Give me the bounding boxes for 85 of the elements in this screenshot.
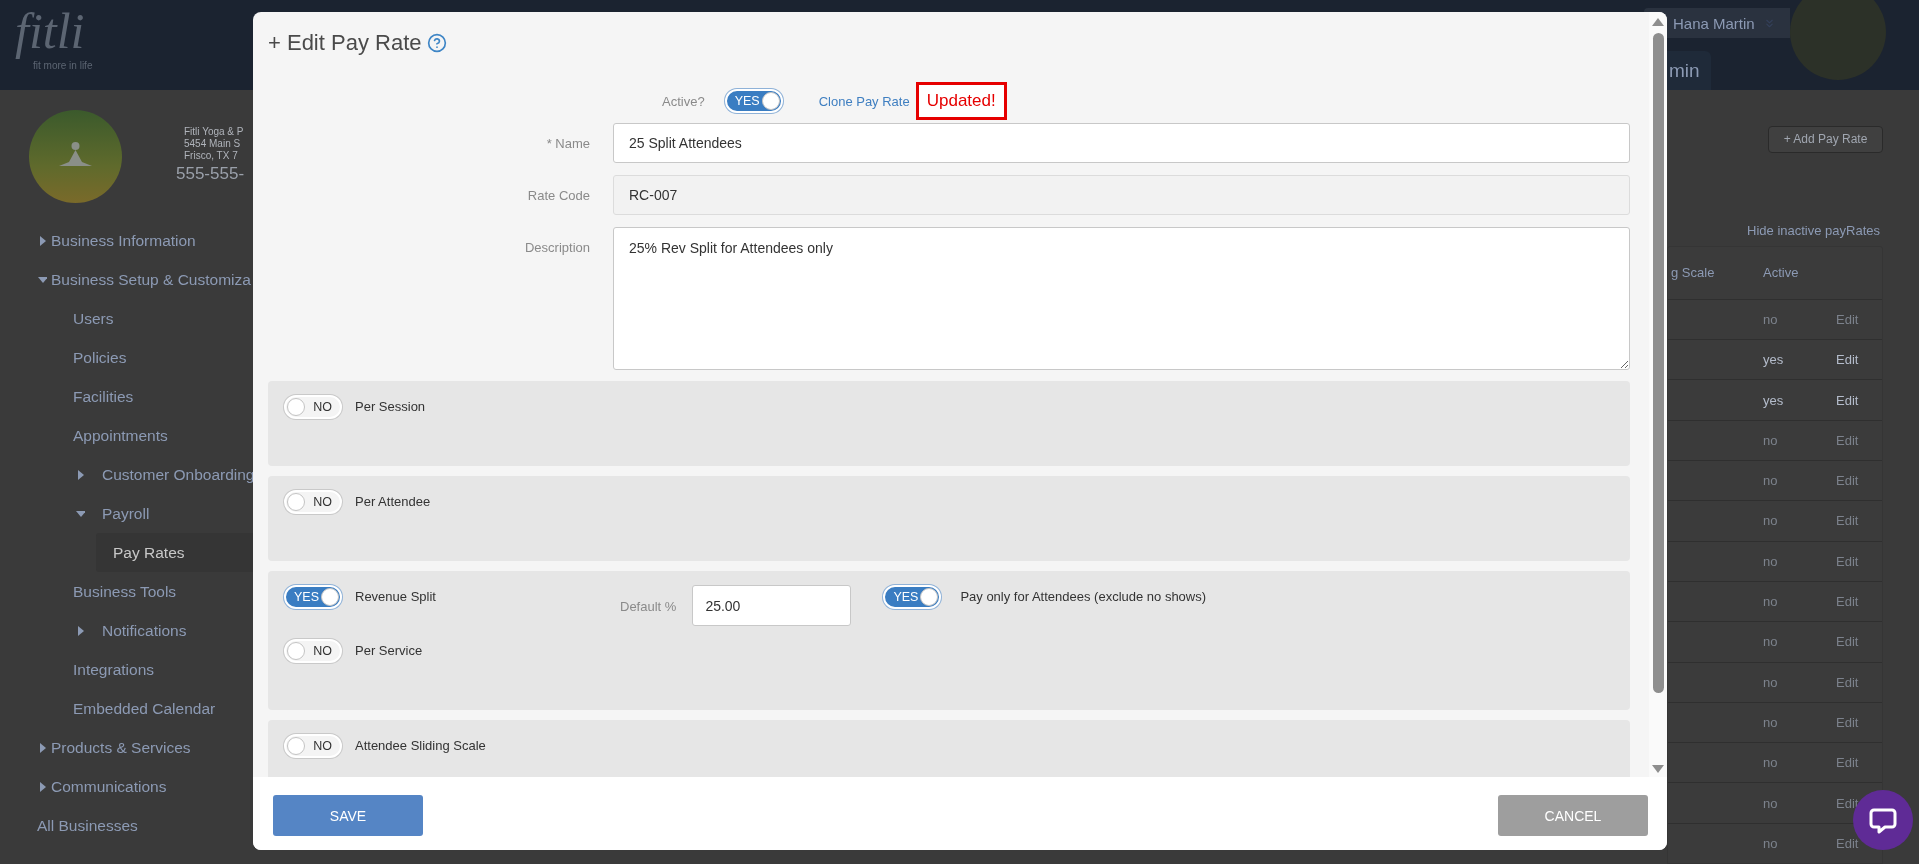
clone-link[interactable]: Clone Pay Rate bbox=[818, 93, 910, 109]
edit-link[interactable]: Edit bbox=[1836, 795, 1859, 811]
field-label: Rate Code bbox=[526, 187, 590, 205]
edit-link[interactable]: Edit bbox=[1836, 432, 1859, 448]
scrollbar-thumb[interactable] bbox=[1652, 33, 1664, 693]
column-header: g Scale bbox=[1670, 265, 1716, 281]
sidebar-item[interactable]: Notifications bbox=[73, 611, 253, 650]
option-label: Per Attendee bbox=[355, 493, 431, 511]
sidebar-item[interactable]: Business Tools bbox=[73, 572, 253, 611]
edit-link[interactable]: Edit bbox=[1836, 835, 1859, 851]
toggle-switch[interactable]: NO bbox=[284, 734, 342, 758]
sidebar-item[interactable]: Embedded Calendar bbox=[73, 689, 253, 728]
column-header: Active bbox=[1762, 265, 1800, 281]
sidebar-item[interactable]: Facilities bbox=[73, 377, 253, 416]
field-label: Active? bbox=[662, 93, 705, 109]
edit-link[interactable]: Edit bbox=[1836, 634, 1859, 650]
add-button[interactable]: + Add Pay Rate bbox=[1768, 126, 1883, 153]
table-cell-text: no bbox=[1762, 795, 1779, 811]
edit-link[interactable]: Edit bbox=[1836, 312, 1859, 327]
toggle-switch[interactable]: YES bbox=[883, 585, 942, 609]
toggle-switch[interactable]: NO bbox=[284, 395, 342, 419]
edit-link[interactable]: Edit bbox=[1836, 594, 1859, 610]
table-cell-text: no bbox=[1762, 473, 1779, 489]
active-toggle[interactable]: YES bbox=[724, 89, 783, 113]
sidebar-item[interactable]: Products & Services bbox=[37, 728, 253, 767]
phone-text: 555-555- bbox=[176, 164, 245, 184]
percent-field[interactable]: 25.00 bbox=[692, 585, 852, 626]
table-cell-text: no bbox=[1762, 755, 1779, 771]
sidebar-item[interactable]: Policies bbox=[73, 338, 253, 377]
sidebar-item[interactable]: Business Information bbox=[37, 221, 253, 260]
text-field[interactable]: 25 Split Attendees bbox=[613, 123, 1630, 163]
field-label: Description bbox=[523, 239, 590, 257]
table-cell-text: no bbox=[1762, 594, 1779, 610]
sidebar-item[interactable]: Users bbox=[73, 299, 253, 338]
help-icon[interactable] bbox=[427, 33, 448, 53]
address-text: Frisco, TX 7 bbox=[184, 150, 238, 162]
field-label: Default % bbox=[620, 599, 677, 614]
edit-link[interactable]: Edit bbox=[1836, 714, 1859, 730]
option-label: Per Service bbox=[355, 642, 423, 660]
sidebar-item[interactable]: All Businesses bbox=[37, 806, 253, 845]
scroll-down-icon[interactable] bbox=[1652, 765, 1664, 773]
cancel-button[interactable]: CANCEL bbox=[1498, 795, 1648, 836]
field-label: * Name bbox=[545, 135, 590, 153]
sidebar-item[interactable]: Customer Onboarding bbox=[73, 455, 253, 494]
edit-link[interactable]: Edit bbox=[1836, 513, 1859, 529]
table-cell-text: yes bbox=[1762, 392, 1785, 408]
sidebar-item[interactable]: Pay Rates bbox=[96, 533, 253, 572]
table-cell-text: no bbox=[1762, 674, 1779, 690]
edit-link[interactable]: Edit bbox=[1836, 755, 1859, 771]
table-cell-text: no bbox=[1762, 714, 1779, 730]
sidebar-item[interactable]: Integrations bbox=[73, 650, 253, 689]
edit-link[interactable]: Edit bbox=[1836, 352, 1859, 368]
table-cell-text: no bbox=[1762, 634, 1779, 650]
status-message: Updated! bbox=[915, 82, 1007, 120]
table-cell-text: no bbox=[1762, 432, 1779, 448]
table-cell-text: no bbox=[1762, 312, 1779, 327]
address-text: 5454 Main S bbox=[184, 138, 241, 150]
table-cell-text: yes bbox=[1762, 352, 1785, 368]
toggle-switch[interactable]: NO bbox=[284, 639, 342, 663]
chat-icon bbox=[1869, 806, 1897, 834]
option-label: Pay only for Attendees (exclude no shows) bbox=[960, 588, 1207, 606]
table-cell-text: no bbox=[1762, 553, 1779, 569]
modal-title: + Edit Pay Rate bbox=[268, 30, 422, 56]
edit-link[interactable]: Edit bbox=[1836, 553, 1859, 569]
option-label: Per Session bbox=[355, 398, 426, 416]
save-button[interactable]: SAVE bbox=[273, 795, 423, 836]
sidebar-item[interactable]: Business Setup & Customiza bbox=[37, 260, 253, 299]
option-label: Attendee Sliding Scale bbox=[355, 737, 486, 755]
readonly-field[interactable]: RC-007 bbox=[613, 175, 1630, 215]
description-field[interactable]: 25% Rev Split for Attendees only bbox=[613, 227, 1630, 370]
sidebar-item[interactable]: Appointments bbox=[73, 416, 253, 455]
filter-link[interactable]: Hide inactive payRates bbox=[1747, 222, 1880, 238]
tagline-text: fit more in life bbox=[33, 60, 93, 71]
edit-link[interactable]: Edit bbox=[1836, 473, 1859, 489]
address-text: Fitli Yoga & P bbox=[184, 126, 244, 138]
table-cell-text: no bbox=[1762, 835, 1779, 851]
scroll-up-icon[interactable] bbox=[1652, 18, 1664, 26]
option-label: Revenue Split bbox=[355, 588, 436, 606]
toggle-switch[interactable]: YES bbox=[284, 585, 342, 609]
edit-link[interactable]: Edit bbox=[1836, 392, 1859, 408]
sidebar-item[interactable]: Communications bbox=[37, 767, 253, 806]
table-cell-text: no bbox=[1762, 513, 1779, 529]
edit-link[interactable]: Edit bbox=[1836, 674, 1859, 690]
sidebar-item[interactable]: Payroll bbox=[73, 494, 253, 533]
toggle-switch[interactable]: NO bbox=[284, 490, 342, 514]
